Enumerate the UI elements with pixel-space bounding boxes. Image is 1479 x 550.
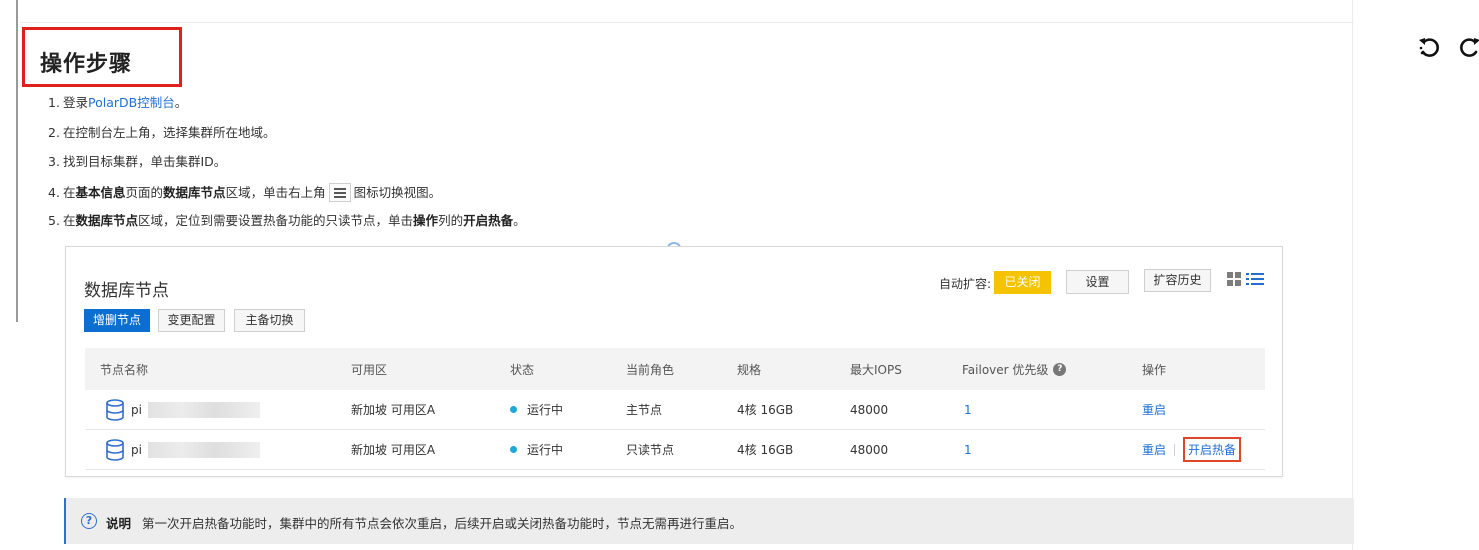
rotate-left-icon[interactable]	[1417, 34, 1441, 60]
right-divider	[1352, 0, 1353, 550]
node-name-cell[interactable]: pi	[105, 430, 260, 469]
step-number: 2.	[48, 124, 60, 140]
table-row: pi 新加坡 可用区A 运行中 主节点 4核 16GB 48000 1 重启	[85, 390, 1265, 430]
enable-hot-standby-link[interactable]: 开启热备	[1183, 437, 1242, 462]
role-cell: 主节点	[626, 403, 663, 417]
spec-cell: 4核 16GB	[737, 403, 794, 417]
list-view-icon	[328, 182, 351, 202]
col-spec: 规格	[737, 362, 762, 377]
step-bold-text: 数据库节点	[163, 184, 226, 200]
zone-cell: 新加坡 可用区A	[351, 403, 436, 417]
left-scroll-rule	[16, 0, 18, 322]
step-text: 区域，单击右上角	[225, 184, 326, 200]
note-callout: ? 说明 第一次开启热备功能时，集群中的所有节点会依次重启，后续开启或关闭热备功…	[64, 498, 1354, 544]
step-text: 页面的	[125, 184, 164, 200]
settings-button[interactable]: 设置	[1066, 270, 1129, 294]
failover-cell[interactable]: 1	[964, 390, 972, 429]
panel-title: 数据库节点	[84, 281, 169, 301]
top-divider	[20, 22, 1354, 23]
auto-scale-status-badge[interactable]: 已关闭	[994, 271, 1051, 294]
step-text: 图标切换视图。	[353, 184, 442, 200]
action-divider	[1174, 443, 1176, 456]
step-text: 找到目标集群，单击集群ID。	[63, 154, 227, 169]
redacted-name-blur	[147, 441, 260, 458]
database-icon	[106, 398, 124, 421]
spec-cell: 4核 16GB	[737, 443, 794, 457]
failover-cell[interactable]: 1	[964, 430, 972, 469]
step-item: 4. 在基本信息页面的数据库节点区域，单击右上角 图标切换视图。	[48, 182, 526, 213]
list-view-icon[interactable]	[1246, 272, 1264, 286]
step-text: 在	[63, 184, 76, 200]
zone-cell: 新加坡 可用区A	[351, 443, 436, 457]
nodes-table: 节点名称 可用区 状态 当前角色 规格 最大IOPS Failover 优先级 …	[85, 348, 1265, 470]
step-text: 列的	[438, 213, 464, 228]
col-failover-label: Failover 优先级	[962, 362, 1049, 377]
step-text: 。	[174, 95, 188, 110]
actions-cell: 重启 开启热备	[1142, 430, 1242, 469]
step-item: 3. 找到目标集群，单击集群ID。	[48, 153, 526, 183]
step-item: 5. 在数据库节点区域，定位到需要设置热备功能的只读节点，单击操作列的开启热备。	[48, 212, 526, 242]
restart-link[interactable]: 重启	[1142, 401, 1166, 418]
scale-history-button[interactable]: 扩容历史	[1144, 269, 1211, 292]
database-icon	[106, 438, 124, 461]
col-role: 当前角色	[626, 362, 675, 377]
step-text: 区域，定位到需要设置热备功能的只读节点，单击	[138, 213, 414, 228]
actions-cell: 重启	[1142, 390, 1166, 429]
node-name-text: pi	[131, 402, 142, 417]
database-nodes-panel: 数据库节点 增删节点 变更配置 主备切换 自动扩容: 已关闭 设置 扩容历史 节…	[65, 246, 1283, 477]
col-failover: Failover 优先级 ?	[962, 348, 1067, 390]
role-cell: 只读节点	[626, 443, 675, 457]
step-number: 1.	[48, 95, 60, 110]
table-row: pi 新加坡 可用区A 运行中 只读节点 4核 16GB 48000 1 重启 …	[85, 430, 1265, 470]
status-text: 运行中	[527, 403, 564, 417]
col-status: 状态	[510, 362, 535, 377]
node-name-text: pi	[131, 442, 142, 457]
redacted-name-blur	[147, 401, 260, 418]
page-title: 操作步骤	[40, 52, 133, 77]
table-header: 节点名称 可用区 状态 当前角色 规格 最大IOPS Failover 优先级 …	[85, 348, 1265, 390]
step-text: 登录	[63, 95, 89, 110]
step-number: 5.	[48, 213, 60, 228]
step-text: 。	[513, 213, 526, 228]
step-number: 4.	[48, 184, 60, 200]
step-text: 在	[63, 213, 76, 228]
restart-link[interactable]: 重启	[1142, 441, 1166, 458]
step-bold-text: 基本信息	[75, 184, 126, 200]
step-bold-text: 操作	[413, 213, 439, 228]
step-text: 在控制台左上角，选择集群所在地域。	[63, 124, 276, 140]
iops-cell: 48000	[850, 402, 889, 417]
status-cell: 运行中	[510, 430, 563, 469]
steps-list: 1. 登录PolarDB控制台。 2. 在控制台左上角，选择集群所在地域。 3. 找到目标…	[48, 94, 526, 242]
iops-cell: 48000	[850, 442, 889, 457]
grid-view-icon[interactable]	[1227, 272, 1241, 286]
status-dot-icon	[510, 406, 517, 413]
step-item: 2. 在控制台左上角，选择集群所在地域。	[48, 124, 526, 154]
col-max-iops: 最大IOPS	[850, 362, 902, 377]
col-node-name: 节点名称	[100, 362, 149, 377]
col-actions: 操作	[1142, 362, 1167, 377]
status-cell: 运行中	[510, 390, 563, 429]
note-title: 说明	[106, 516, 132, 531]
step-bold-text: 开启热备	[463, 213, 514, 228]
step-number: 3.	[48, 154, 60, 169]
console-link[interactable]: PolarDB控制台	[88, 95, 175, 110]
status-text: 运行中	[527, 443, 564, 457]
node-name-cell[interactable]: pi	[105, 390, 260, 429]
rotate-right-icon[interactable]	[1458, 34, 1479, 60]
primary-standby-switch-button[interactable]: 主备切换	[234, 309, 305, 332]
col-zone: 可用区	[351, 362, 388, 377]
info-icon: ?	[81, 513, 97, 529]
help-icon[interactable]: ?	[1053, 362, 1067, 376]
step-bold-text: 数据库节点	[75, 213, 139, 228]
step-item: 1. 登录PolarDB控制台。	[48, 94, 526, 124]
status-dot-icon	[510, 446, 517, 453]
change-config-button[interactable]: 变更配置	[158, 309, 225, 332]
note-text: 第一次开启热备功能时，集群中的所有节点会依次重启，后续开启或关闭热备功能时，节点…	[142, 516, 743, 531]
auto-scale-label: 自动扩容:	[939, 277, 992, 291]
add-remove-nodes-button[interactable]: 增删节点	[84, 309, 150, 332]
